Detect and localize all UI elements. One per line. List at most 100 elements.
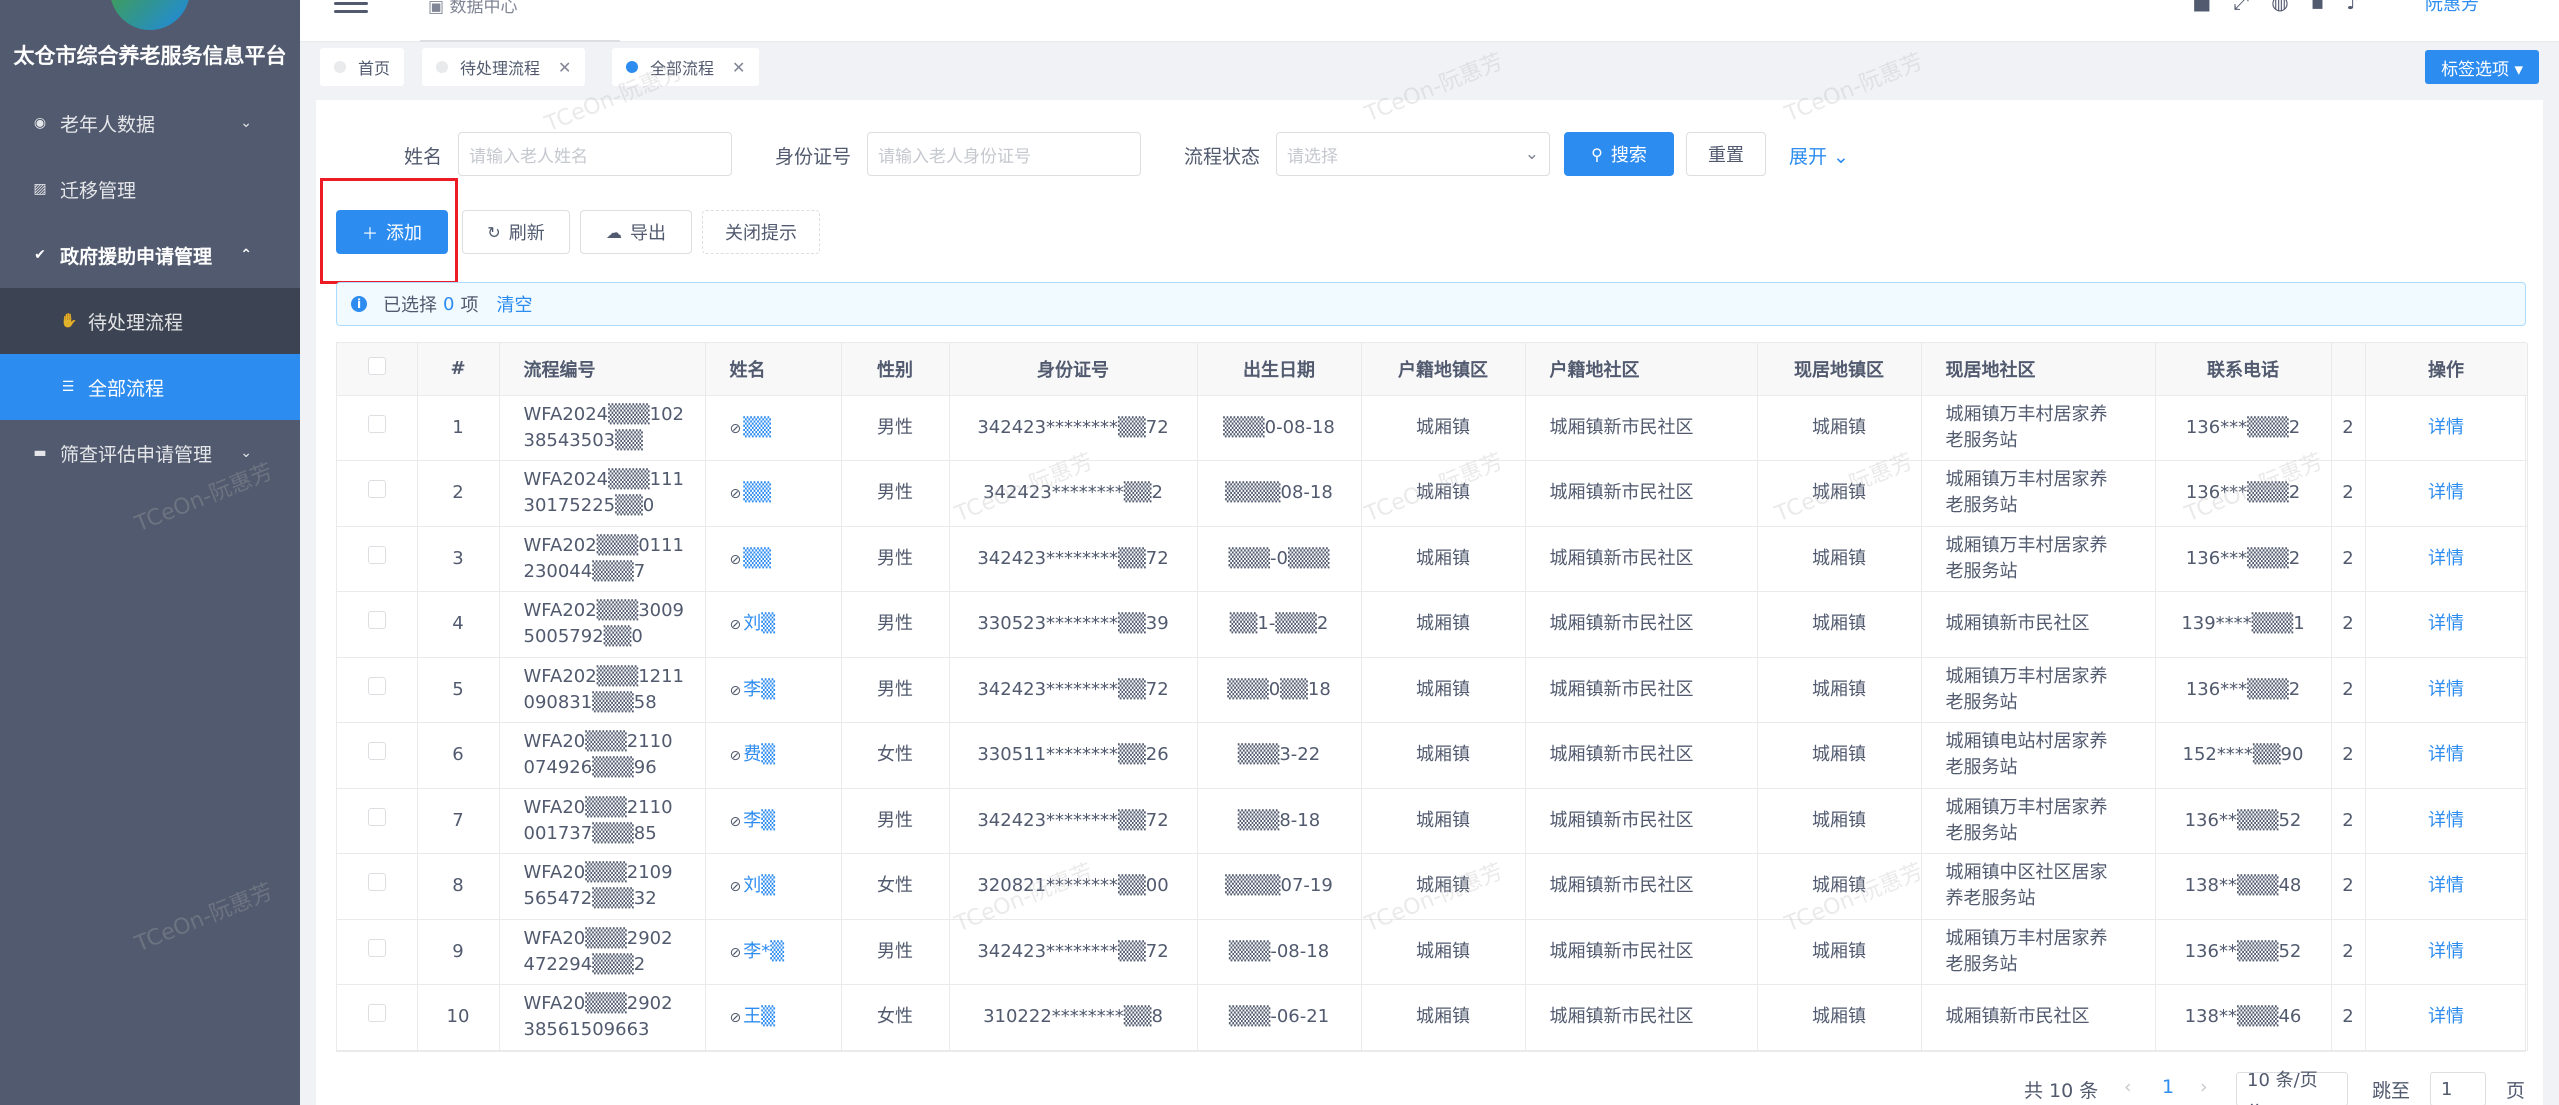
tab-all-process[interactable]: 全部流程 ✕ — [612, 48, 760, 86]
goto-input[interactable]: 1 — [2430, 1072, 2486, 1105]
detail-link[interactable]: 详情 — [2365, 591, 2528, 658]
name-cell[interactable]: ⊘ 费▒ — [705, 722, 842, 789]
expand-link[interactable]: 展开 ⌄ — [1789, 142, 1849, 169]
id-input[interactable]: 请输入老人身份证号 — [867, 132, 1141, 176]
name-cell[interactable]: ⊘ 李▒ — [705, 657, 842, 723]
tabs-bar: 首页 待处理流程 ✕ 全部流程 ✕ 标签选项 ▾ — [300, 42, 2559, 92]
name-cell[interactable]: ⊘ 王▒ — [705, 984, 842, 1051]
lock-icon[interactable]: ▪ — [2311, 0, 2325, 14]
name-cell[interactable]: ⊘ 李*▒ — [705, 919, 842, 985]
refresh-button-label: 刷新 — [508, 223, 545, 244]
row-checkbox[interactable] — [337, 460, 418, 527]
tab-home[interactable]: 首页 — [320, 48, 405, 86]
tab-label: 全部流程 — [650, 59, 715, 78]
name-cell[interactable]: ⊘ ▒▒ — [705, 395, 842, 461]
detail-link[interactable]: 详情 — [2365, 657, 2528, 723]
row-checkbox[interactable] — [337, 853, 418, 920]
process-code-cell: WFA20▒▒▒2109 565472▒▒▒32 — [499, 853, 706, 920]
prev-page-icon[interactable]: ‹ — [2124, 1076, 2132, 1098]
search-button[interactable]: ⚲ 搜索 — [1564, 132, 1674, 176]
gender-cell: 女性 — [841, 984, 950, 1051]
current-page[interactable]: 1 — [2162, 1076, 2174, 1098]
extra-cell: 2 — [2331, 853, 2366, 920]
eye-slash-icon[interactable]: ⊘ — [730, 879, 742, 895]
chevron-down-icon: ⌄ — [1524, 144, 1539, 164]
name-cell[interactable]: ⊘ 刘▒ — [705, 591, 842, 658]
eye-slash-icon[interactable]: ⊘ — [730, 617, 742, 633]
row-checkbox[interactable] — [337, 395, 418, 461]
detail-link[interactable]: 详情 — [2365, 853, 2528, 920]
row-checkbox[interactable] — [337, 591, 418, 658]
birth-date-cell: ▒▒1-▒▒▒2 — [1197, 591, 1362, 658]
status-select[interactable]: 请选择 ⌄ — [1276, 132, 1550, 176]
process-code-line: 001737▒▒▒85 — [523, 822, 657, 844]
eye-slash-icon[interactable]: ⊘ — [730, 945, 742, 961]
detail-link[interactable]: 详情 — [2365, 788, 2528, 854]
row-checkbox[interactable] — [337, 984, 418, 1051]
globe-icon[interactable]: ◍ — [2271, 0, 2288, 14]
eye-slash-icon[interactable]: ⊘ — [730, 748, 742, 764]
next-page-icon[interactable]: › — [2200, 1076, 2208, 1098]
page-size-select[interactable]: 10 条/页 ⌄ — [2236, 1070, 2348, 1105]
tab-pending-process[interactable]: 待处理流程 ✕ — [422, 48, 586, 86]
sidebar-item-pending-process[interactable]: ✋ 待处理流程 — [0, 288, 300, 354]
eye-slash-icon[interactable]: ⊘ — [730, 814, 742, 830]
residence-community-line: 老服务站 — [1945, 429, 2018, 451]
breadcrumb-label: 数据中心 — [449, 0, 518, 17]
hukou-community-cell: 城厢镇新市民社区 — [1525, 591, 1758, 658]
chevron-down-icon: ⌄ — [240, 115, 252, 131]
detail-link[interactable]: 详情 — [2365, 526, 2528, 592]
tag-options-button[interactable]: 标签选项 ▾ — [2425, 50, 2539, 84]
name-input[interactable]: 请输入老人姓名 — [458, 132, 732, 176]
fullscreen-icon[interactable]: ⤢ — [2233, 0, 2249, 14]
clear-selection-link[interactable]: 清空 — [496, 291, 532, 317]
screen-icon[interactable]: ■ — [2192, 0, 2211, 14]
sidebar-item-screening[interactable]: ▬ 筛查评估申请管理 ⌄ — [0, 420, 300, 486]
refresh-button[interactable]: ↻ 刷新 — [462, 210, 570, 254]
elder-name: 李*▒ — [743, 940, 785, 962]
sidebar-item-gov-aid[interactable]: ✔ 政府援助申请管理 ⌃ — [0, 222, 300, 288]
process-code-line: 074926▒▒▒96 — [523, 757, 657, 779]
eye-slash-icon[interactable]: ⊘ — [730, 421, 742, 437]
close-icon[interactable]: ✕ — [732, 58, 745, 77]
row-checkbox[interactable] — [337, 526, 418, 592]
name-cell[interactable]: ⊘ ▒▒ — [705, 460, 842, 527]
eye-slash-icon[interactable]: ⊘ — [730, 683, 742, 699]
detail-link-label: 详情 — [2428, 678, 2464, 700]
detail-link[interactable]: 详情 — [2365, 395, 2528, 461]
close-icon[interactable]: ✕ — [558, 58, 571, 77]
user-name[interactable]: 阮惠芳 — [2425, 0, 2479, 16]
sidebar-item-migration[interactable]: ▨ 迁移管理 — [0, 156, 300, 222]
export-button[interactable]: ☁ 导出 — [580, 210, 692, 254]
sidebar-item-elderly-data[interactable]: ◉ 老年人数据 ⌄ — [0, 90, 300, 156]
sidebar-item-all-process[interactable]: ☰ 全部流程 — [0, 354, 300, 420]
row-checkbox[interactable] — [337, 919, 418, 985]
row-checkbox[interactable] — [337, 657, 418, 723]
eye-slash-icon[interactable]: ⊘ — [730, 1010, 742, 1026]
detail-link[interactable]: 详情 — [2365, 919, 2528, 985]
residence-community-line: 老服务站 — [1945, 953, 2018, 975]
name-cell[interactable]: ⊘ ▒▒ — [705, 526, 842, 592]
bell-icon[interactable]: ♪ — [2346, 0, 2359, 14]
select-all-checkbox[interactable] — [337, 343, 418, 396]
row-checkbox[interactable] — [337, 788, 418, 854]
menu-toggle-icon[interactable] — [334, 0, 368, 14]
name-cell[interactable]: ⊘ 刘▒ — [705, 853, 842, 920]
process-code-line: 30175225▒▒0 — [523, 495, 655, 517]
detail-link[interactable]: 详情 — [2365, 984, 2528, 1051]
process-code-line: 38543503▒▒ — [523, 429, 643, 451]
name-cell[interactable]: ⊘ 李▒ — [705, 788, 842, 854]
row-checkbox[interactable] — [337, 722, 418, 789]
close-tip-button[interactable]: 关闭提示 — [702, 210, 820, 254]
search-button-label: 搜索 — [1610, 145, 1647, 166]
tab-dot-icon — [436, 61, 448, 73]
reset-button[interactable]: 重置 — [1686, 132, 1766, 176]
detail-link[interactable]: 详情 — [2365, 460, 2528, 527]
detail-link[interactable]: 详情 — [2365, 722, 2528, 789]
eye-slash-icon[interactable]: ⊘ — [730, 552, 742, 568]
eye-slash-icon[interactable]: ⊘ — [730, 486, 742, 502]
residence-town-cell: 城厢镇 — [1757, 591, 1922, 658]
id-label: 身份证号 — [775, 146, 852, 168]
col-header: 联系电话 — [2155, 343, 2332, 396]
detail-link-label: 详情 — [2428, 1006, 2464, 1028]
